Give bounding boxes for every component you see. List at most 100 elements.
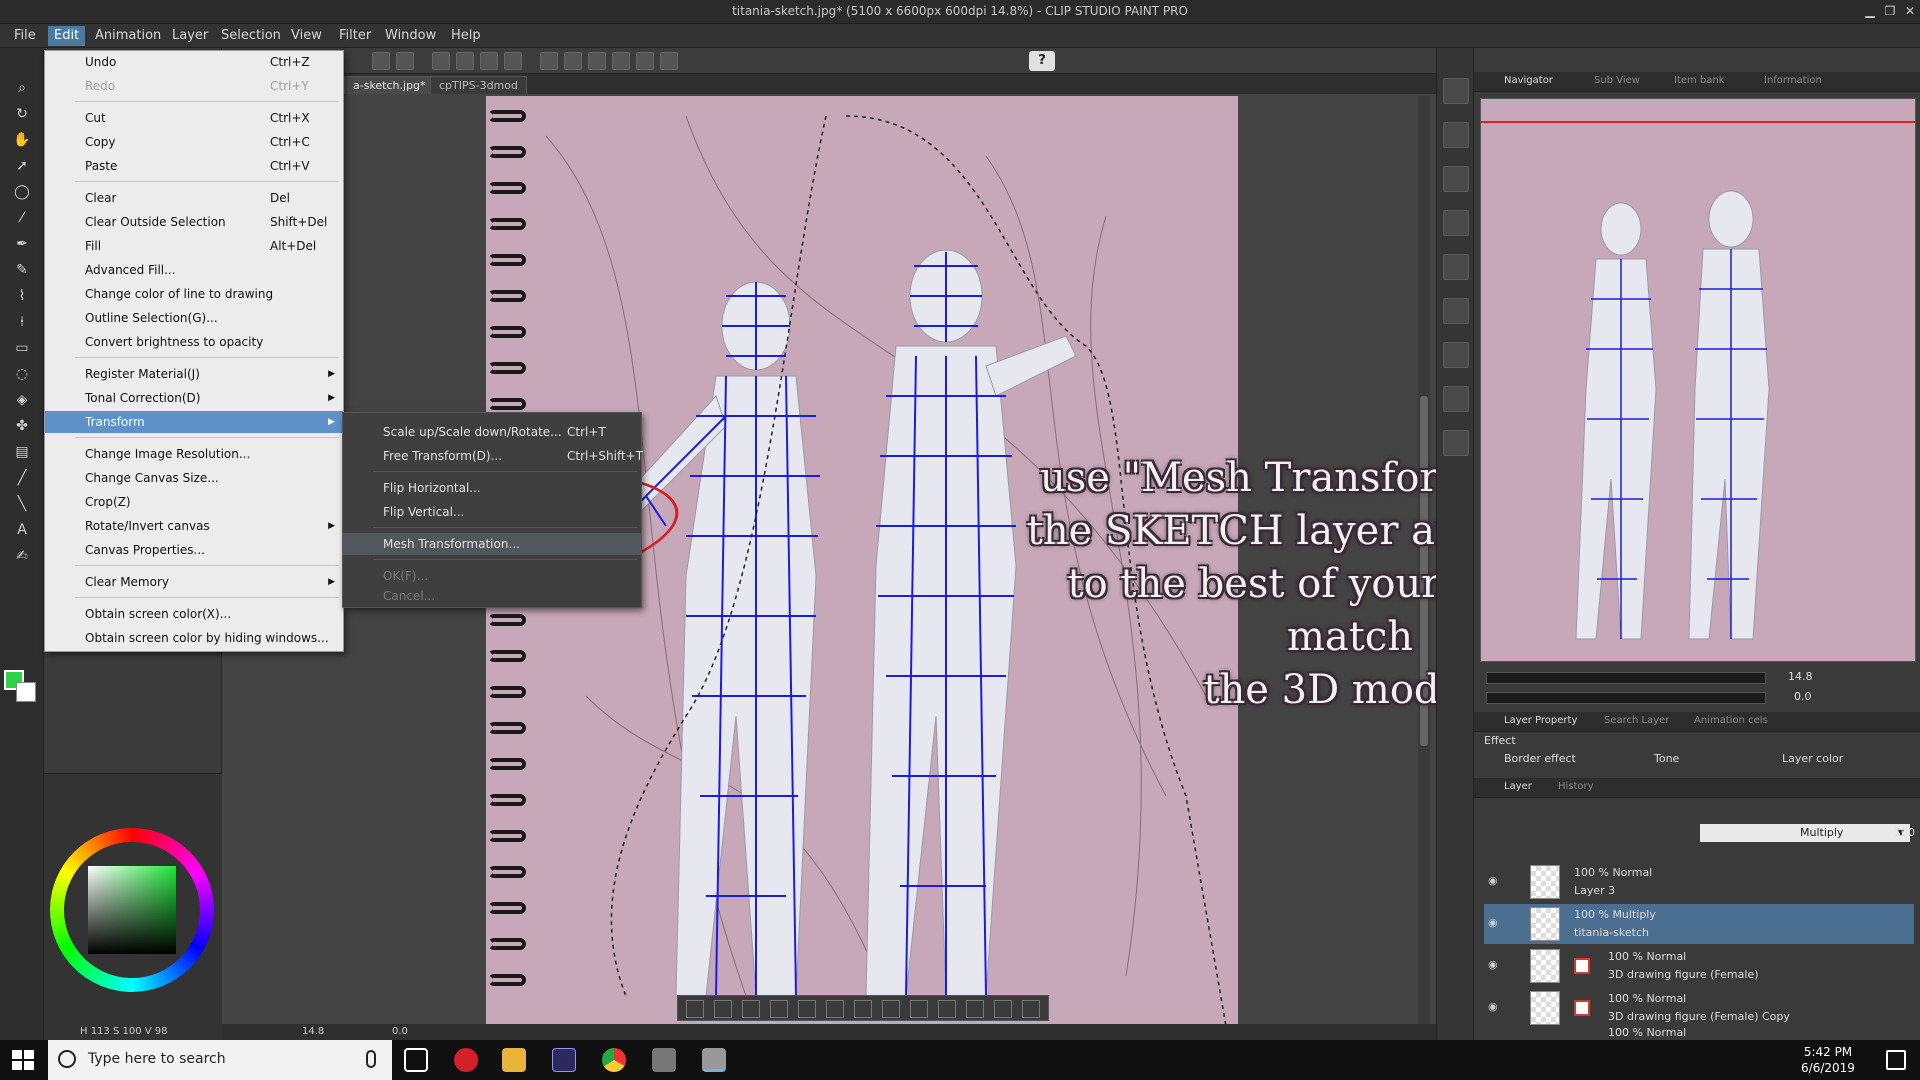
text-tool-icon[interactable]: A xyxy=(10,520,34,540)
eraser-tool-icon[interactable]: ▭ xyxy=(10,338,34,358)
menu-window[interactable]: Window xyxy=(385,28,436,43)
menu-animation[interactable]: Animation xyxy=(95,28,161,43)
menu-item-transform[interactable]: Transform ▶ xyxy=(45,411,343,433)
taskbar-clock[interactable]: 5:42 PM 6/6/2019 xyxy=(1788,1044,1868,1076)
border-effect-option[interactable]: Border effect xyxy=(1504,752,1576,765)
ft-scale-icon[interactable] xyxy=(938,1000,956,1018)
rotation-slider[interactable] xyxy=(1486,692,1766,704)
deselect-icon[interactable] xyxy=(564,52,582,70)
menu-item-advanced-fill[interactable]: Advanced Fill... xyxy=(45,259,343,281)
minimize-button[interactable]: ▁ xyxy=(1862,3,1878,19)
undo-icon[interactable] xyxy=(372,52,390,70)
layer-row[interactable]: ◉ 100 % Normal Layer 3 xyxy=(1484,862,1914,902)
menu-filter[interactable]: Filter xyxy=(339,28,371,43)
panel-toggle-icon[interactable] xyxy=(1443,78,1469,104)
file-explorer-icon[interactable] xyxy=(502,1048,526,1072)
menu-item-rotate-invert-canvas[interactable]: Rotate/Invert canvas ▶ xyxy=(45,515,343,537)
menu-item-cut[interactable]: Cut Ctrl+X xyxy=(45,107,343,129)
ft-expand-icon[interactable] xyxy=(770,1000,788,1018)
menu-selection[interactable]: Selection xyxy=(221,28,281,43)
ruler-tool-icon[interactable]: ╲ xyxy=(10,494,34,514)
tab-animation-cels[interactable]: Animation cels xyxy=(1694,715,1768,726)
menu-item-flip-horizontal[interactable]: Flip Horizontal... xyxy=(343,477,641,499)
saturation-value-square[interactable] xyxy=(88,866,176,954)
task-view-icon[interactable] xyxy=(404,1048,428,1072)
menu-item-mesh-transformation[interactable]: Mesh Transformation... xyxy=(343,533,641,555)
blend-mode-select[interactable]: Multiply ▼ xyxy=(1700,824,1910,842)
ft-more-icon[interactable] xyxy=(1022,1000,1040,1018)
download-icon[interactable] xyxy=(1443,386,1469,412)
zoom-slider[interactable] xyxy=(1486,672,1766,684)
image-material-icon[interactable] xyxy=(1443,342,1469,368)
menu-item-register-material[interactable]: Register Material(J) ▶ xyxy=(45,363,343,385)
eye-icon[interactable]: ◉ xyxy=(1488,958,1502,972)
menu-item-outline-selection[interactable]: Outline Selection(G)... xyxy=(45,307,343,329)
lasso-tool-icon[interactable]: ◯ xyxy=(10,182,34,202)
windows-start-icon[interactable] xyxy=(12,1050,34,1070)
layer-color-option[interactable]: Layer color xyxy=(1782,752,1843,765)
ft-flip-icon[interactable] xyxy=(882,1000,900,1018)
menu-edit[interactable]: Edit xyxy=(48,26,86,46)
menu-item-copy[interactable]: Copy Ctrl+C xyxy=(45,131,343,153)
tone-option[interactable]: Tone xyxy=(1654,752,1679,765)
clip-studio-paint-icon[interactable] xyxy=(702,1048,726,1072)
layer-material-icon[interactable] xyxy=(1443,254,1469,280)
ft-fill-icon[interactable] xyxy=(742,1000,760,1018)
menu-item-paste[interactable]: Paste Ctrl+V xyxy=(45,155,343,177)
menu-item-fill[interactable]: Fill Alt+Del xyxy=(45,235,343,257)
brush-tool-icon[interactable]: ⌇ xyxy=(10,286,34,306)
tab-layer-property[interactable]: Layer Property xyxy=(1504,715,1577,726)
ft-select-icon[interactable] xyxy=(686,1000,704,1018)
layer-row[interactable]: 100 % Normal xyxy=(1484,1024,1914,1040)
microphone-icon[interactable] xyxy=(366,1050,376,1068)
menu-item-obtain-screen-color-hide[interactable]: Obtain screen color by hiding windows... xyxy=(45,627,343,649)
eye-icon[interactable]: ◉ xyxy=(1488,874,1502,888)
redo-icon[interactable] xyxy=(396,52,414,70)
fill-tool-icon[interactable]: ◈ xyxy=(10,390,34,410)
rotate-tool-icon[interactable]: ↻ xyxy=(10,104,34,124)
tab-cptips-3dmodel[interactable]: cpTIPS-3dmod xyxy=(430,76,527,94)
menu-item-crop[interactable]: Crop(Z) xyxy=(45,491,343,513)
maximize-button[interactable]: ❐ xyxy=(1882,3,1898,19)
layer-row-selected[interactable]: ◉ 100 % Multiply titania-sketch xyxy=(1484,904,1914,944)
tone-material-icon[interactable] xyxy=(1443,210,1469,236)
menu-item-clear-memory[interactable]: Clear Memory ▶ xyxy=(45,571,343,593)
3d-material-icon[interactable] xyxy=(1443,298,1469,324)
ft-move-icon[interactable] xyxy=(826,1000,844,1018)
after-effects-icon[interactable] xyxy=(552,1048,576,1072)
correct-line-tool-icon[interactable]: ✍ xyxy=(10,546,34,566)
eye-icon[interactable]: ◉ xyxy=(1488,1000,1502,1014)
select-all-icon[interactable] xyxy=(540,52,558,70)
blend-tool-icon[interactable]: ◌ xyxy=(10,364,34,384)
operation-tool-icon[interactable]: ➚ xyxy=(10,156,34,176)
pencil-tool-icon[interactable]: ✎ xyxy=(10,260,34,280)
invert-selection-icon[interactable] xyxy=(588,52,606,70)
pen-tool-icon[interactable]: ✒ xyxy=(10,234,34,254)
gradient-tool-icon[interactable]: ▤ xyxy=(10,442,34,462)
menu-item-tonal-correction[interactable]: Tonal Correction(D) ▶ xyxy=(45,387,343,409)
notification-center-icon[interactable] xyxy=(1886,1050,1906,1070)
fit-icon[interactable] xyxy=(456,52,474,70)
ft-grid-icon[interactable] xyxy=(714,1000,732,1018)
fill-icon[interactable] xyxy=(480,52,498,70)
menu-item-cancel[interactable]: Cancel... xyxy=(343,585,641,607)
airbrush-tool-icon[interactable]: ⍿ xyxy=(10,312,34,332)
menu-item-change-canvas-size[interactable]: Change Canvas Size... xyxy=(45,467,343,489)
menu-view[interactable]: View xyxy=(291,28,322,43)
menu-item-flip-vertical[interactable]: Flip Vertical... xyxy=(343,501,641,523)
sub-color-swatch[interactable] xyxy=(16,682,36,702)
tab-navigator[interactable]: Navigator xyxy=(1504,75,1553,86)
eyedropper-tool-icon[interactable]: ⁄ xyxy=(10,208,34,228)
menu-item-redo[interactable]: Redo Ctrl+Y xyxy=(45,75,343,97)
tab-history[interactable]: History xyxy=(1558,781,1594,792)
menu-item-clear[interactable]: Clear Del xyxy=(45,187,343,209)
menu-item-change-image-resolution[interactable]: Change Image Resolution... xyxy=(45,443,343,465)
snap-grid-icon[interactable] xyxy=(636,52,654,70)
zoom-tool-icon[interactable]: ⌕ xyxy=(10,78,34,98)
snap-ruler-icon[interactable] xyxy=(612,52,630,70)
navigator-preview[interactable] xyxy=(1480,98,1916,662)
menu-layer[interactable]: Layer xyxy=(172,28,208,43)
ft-shrink-icon[interactable] xyxy=(798,1000,816,1018)
menu-item-free-transform[interactable]: Free Transform(D)... Ctrl+Shift+T xyxy=(343,445,643,467)
clip-studio-icon[interactable] xyxy=(652,1048,676,1072)
